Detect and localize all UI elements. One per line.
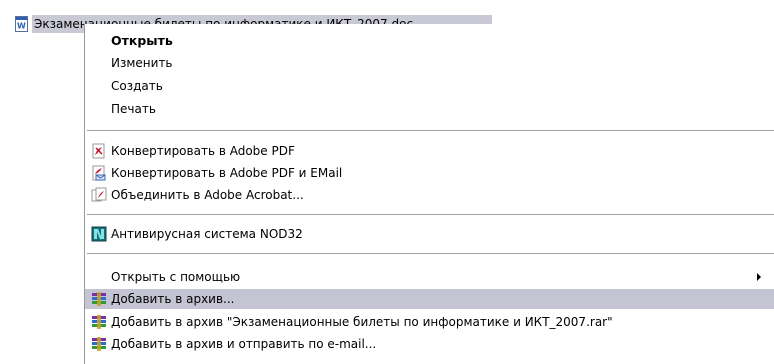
menu-item-combine-acrobat[interactable]: Объединить в Adobe Acrobat... xyxy=(85,185,774,205)
menu-item-print[interactable]: Печать xyxy=(85,99,774,119)
word-document-icon: W xyxy=(14,16,30,32)
menu-item-open[interactable]: Открыть xyxy=(85,30,774,50)
menu-item-add-to-archive[interactable]: Добавить в архив... xyxy=(85,289,774,309)
menu-item-add-to-named-archive[interactable]: Добавить в архив "Экзаменационные билеты… xyxy=(85,312,774,332)
menu-separator xyxy=(87,253,774,255)
menu-item-label: Добавить в архив "Экзаменационные билеты… xyxy=(111,315,613,329)
menu-item-label: Печать xyxy=(111,102,156,116)
pdf-email-icon xyxy=(91,165,107,181)
menu-item-label: Добавить в архив... xyxy=(111,292,235,306)
winrar-icon xyxy=(91,336,107,352)
svg-text:W: W xyxy=(17,22,26,31)
winrar-icon xyxy=(91,291,107,307)
menu-item-label: Открыть с помощью xyxy=(111,270,241,284)
menu-item-add-archive-email[interactable]: Добавить в архив и отправить по e-mail..… xyxy=(85,334,774,354)
menu-item-label: Добавить в архив и отправить по e-mail..… xyxy=(111,337,377,351)
menu-item-edit[interactable]: Изменить xyxy=(85,53,774,73)
menu-item-label: Конвертировать в Adobe PDF xyxy=(111,144,295,158)
menu-item-label: Изменить xyxy=(111,56,173,70)
submenu-arrow-icon xyxy=(757,273,761,281)
menu-item-label: Объединить в Adobe Acrobat... xyxy=(111,188,304,202)
menu-item-convert-pdf-email[interactable]: Конвертировать в Adobe PDF и EMail xyxy=(85,163,774,183)
nod32-icon xyxy=(91,226,107,242)
winrar-icon xyxy=(91,314,107,330)
menu-separator xyxy=(87,130,774,132)
menu-item-label: Антивирусная система NOD32 xyxy=(111,227,303,241)
menu-separator xyxy=(87,214,774,216)
context-menu: Открыть Изменить Создать Печать Конверти… xyxy=(84,24,774,364)
menu-item-convert-pdf[interactable]: Конвертировать в Adobe PDF xyxy=(85,141,774,161)
menu-item-open-with[interactable]: Открыть с помощью xyxy=(85,267,774,287)
menu-item-label: Открыть xyxy=(111,32,173,48)
pdf-icon xyxy=(91,143,107,159)
menu-item-label: Конвертировать в Adobe PDF и EMail xyxy=(111,166,343,180)
acrobat-icon xyxy=(91,187,107,203)
menu-item-new[interactable]: Создать xyxy=(85,76,774,96)
menu-item-nod32[interactable]: Антивирусная система NOD32 xyxy=(85,224,774,244)
menu-item-label: Создать xyxy=(111,79,163,93)
background-strip xyxy=(0,0,774,14)
